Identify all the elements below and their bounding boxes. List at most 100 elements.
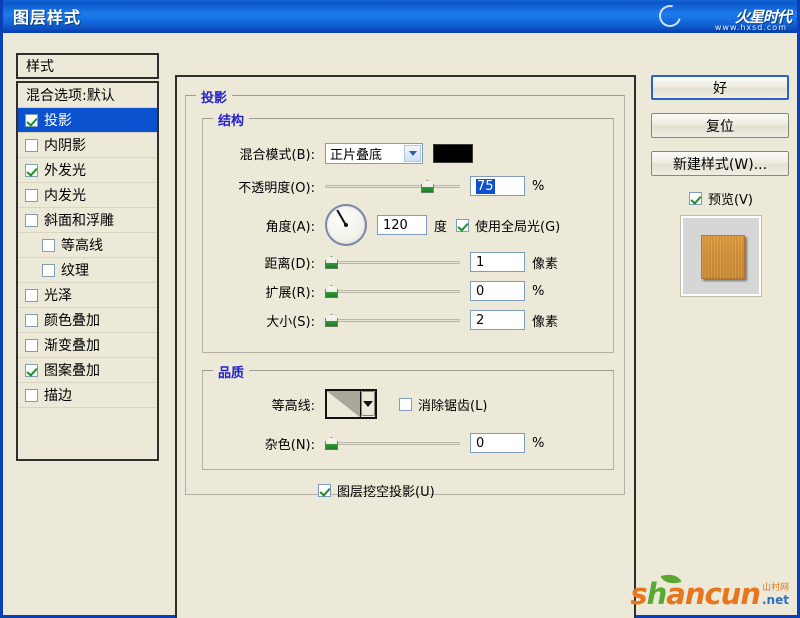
anti-alias-checkbox[interactable] — [399, 397, 412, 411]
watermark-letter: u — [720, 577, 742, 612]
style-checkbox[interactable] — [25, 113, 38, 127]
opacity-slider[interactable] — [325, 178, 460, 194]
anti-alias-label: 消除锯齿(L) — [418, 398, 488, 414]
opacity-slider-knob[interactable] — [420, 180, 434, 193]
blend-mode-row: 混合模式(B): 正片叠底 — [215, 143, 473, 164]
drop-shadow-group: 投影 结构 混合模式(B): 正片叠底 不透明度(O): 75 % 角度(A):… — [185, 87, 625, 500]
style-item-pattern-overlay[interactable]: 图案叠加 — [18, 358, 157, 383]
spread-value: 0 — [476, 283, 485, 299]
styles-list[interactable]: 混合选项:默认 投影 内阴影 外发光 内发光 斜面和浮雕 等高线 纹理 光泽 颜… — [16, 81, 159, 461]
shancun-watermark: shancun 山村网 .net — [630, 570, 789, 612]
style-checkbox[interactable] — [25, 388, 38, 402]
spread-slider[interactable] — [325, 283, 460, 299]
spread-row: 扩展(R): 0 % — [215, 281, 544, 301]
distance-slider[interactable] — [325, 254, 460, 270]
spread-slider-knob[interactable] — [325, 285, 338, 298]
size-label: 大小(S): — [266, 314, 315, 330]
structure-group: 结构 混合模式(B): 正片叠底 不透明度(O): 75 % 角度(A): 12… — [202, 110, 614, 353]
style-checkbox[interactable] — [25, 288, 38, 302]
leaf-icon — [660, 570, 682, 588]
distance-input[interactable]: 1 — [470, 252, 525, 272]
opacity-input[interactable]: 75 — [470, 176, 525, 196]
style-item-label: 内阴影 — [44, 138, 86, 154]
angle-dial[interactable] — [325, 204, 367, 246]
watermark-letter: c — [704, 577, 721, 612]
size-slider-knob[interactable] — [325, 314, 338, 327]
style-item-color-overlay[interactable]: 颜色叠加 — [18, 308, 157, 333]
style-item-drop-shadow[interactable]: 投影 — [18, 108, 157, 133]
style-item-label: 投影 — [44, 113, 72, 129]
quality-group-label: 品质 — [213, 362, 250, 381]
style-item-satin[interactable]: 光泽 — [18, 283, 157, 308]
style-item-inner-glow[interactable]: 内发光 — [18, 183, 157, 208]
angle-input[interactable]: 120 — [377, 215, 427, 235]
noise-input[interactable]: 0 — [470, 433, 525, 453]
style-item-label: 颜色叠加 — [44, 313, 100, 329]
hxsd-logo: 火星时代 www.hxsd.com — [653, 1, 793, 32]
structure-group-label: 结构 — [213, 110, 250, 129]
contour-preview-select[interactable] — [325, 389, 377, 419]
blend-mode-label: 混合模式(B): — [239, 148, 315, 163]
window-titlebar: 图层样式 火星时代 www.hxsd.com — [3, 0, 797, 33]
styles-header: 样式 — [16, 53, 159, 79]
noise-slider[interactable] — [325, 435, 460, 451]
style-item-blending-options[interactable]: 混合选项:默认 — [18, 83, 157, 108]
style-checkbox[interactable] — [25, 188, 38, 202]
contour-row: 等高线: 消除锯齿(L) — [215, 389, 487, 419]
noise-row: 杂色(N): 0 % — [215, 433, 544, 453]
style-item-outer-glow[interactable]: 外发光 — [18, 158, 157, 183]
opacity-value: 75 — [476, 178, 495, 194]
preview-label: 预览(V) — [707, 193, 754, 208]
style-checkbox[interactable] — [25, 338, 38, 352]
noise-unit: % — [532, 435, 545, 451]
global-light-checkbox[interactable] — [456, 218, 470, 232]
distance-slider-knob[interactable] — [325, 256, 338, 269]
style-item-label: 混合选项:默认 — [26, 88, 115, 104]
knockout-checkbox[interactable] — [318, 484, 331, 497]
new-style-button[interactable]: 新建样式(W)... — [651, 151, 789, 176]
style-checkbox[interactable] — [42, 263, 55, 277]
preview-toggle-row: 预览(V) — [651, 189, 791, 208]
layer-style-dialog: 样式 混合选项:默认 投影 内阴影 外发光 内发光 斜面和浮雕 等高线 纹理 光… — [3, 33, 797, 618]
contour-dropdown-button[interactable] — [361, 391, 375, 416]
preview-sample-square — [701, 235, 745, 279]
style-item-bevel-emboss[interactable]: 斜面和浮雕 — [18, 208, 157, 233]
watermark-letter: a — [666, 577, 686, 612]
preview-checkbox[interactable] — [688, 192, 702, 205]
style-item-label: 斜面和浮雕 — [44, 213, 114, 229]
blend-mode-select[interactable]: 正片叠底 — [325, 143, 423, 164]
distance-unit: 像素 — [532, 256, 559, 272]
angle-label: 角度(A): — [265, 219, 315, 235]
style-checkbox[interactable] — [25, 213, 38, 227]
style-checkbox[interactable] — [25, 363, 38, 377]
size-slider[interactable] — [325, 312, 460, 328]
style-item-inner-shadow[interactable]: 内阴影 — [18, 133, 157, 158]
logo-url: www.hxsd.com — [714, 23, 787, 32]
angle-row: 角度(A): 120 度 使用全局光(G) — [215, 204, 560, 246]
noise-slider-knob[interactable] — [325, 437, 338, 450]
style-item-stroke[interactable]: 描边 — [18, 383, 157, 408]
angle-dial-center — [344, 223, 348, 227]
dialog-buttons-column: 好 复位 新建样式(W)... 预览(V) — [651, 75, 791, 297]
shadow-color-swatch[interactable] — [433, 144, 473, 163]
style-checkbox[interactable] — [25, 138, 38, 152]
spread-input[interactable]: 0 — [470, 281, 525, 301]
ok-button[interactable]: 好 — [651, 75, 789, 100]
style-item-contour[interactable]: 等高线 — [18, 233, 157, 258]
style-checkbox[interactable] — [25, 163, 38, 177]
opacity-label: 不透明度(O): — [238, 180, 315, 196]
style-item-label: 描边 — [44, 388, 72, 404]
reset-button[interactable]: 复位 — [651, 113, 789, 138]
drop-shadow-group-label: 投影 — [196, 87, 233, 106]
spread-label: 扩展(R): — [265, 285, 315, 301]
contour-curve-icon — [327, 391, 361, 417]
drop-shadow-settings-panel: 投影 结构 混合模式(B): 正片叠底 不透明度(O): 75 % 角度(A):… — [175, 75, 636, 618]
contour-label: 等高线: — [271, 398, 315, 414]
size-input[interactable]: 2 — [470, 310, 525, 330]
style-item-gradient-overlay[interactable]: 渐变叠加 — [18, 333, 157, 358]
style-item-texture[interactable]: 纹理 — [18, 258, 157, 283]
style-checkbox[interactable] — [25, 313, 38, 327]
style-checkbox[interactable] — [42, 238, 55, 252]
style-item-label: 外发光 — [44, 163, 86, 179]
chevron-down-icon[interactable] — [404, 145, 421, 162]
